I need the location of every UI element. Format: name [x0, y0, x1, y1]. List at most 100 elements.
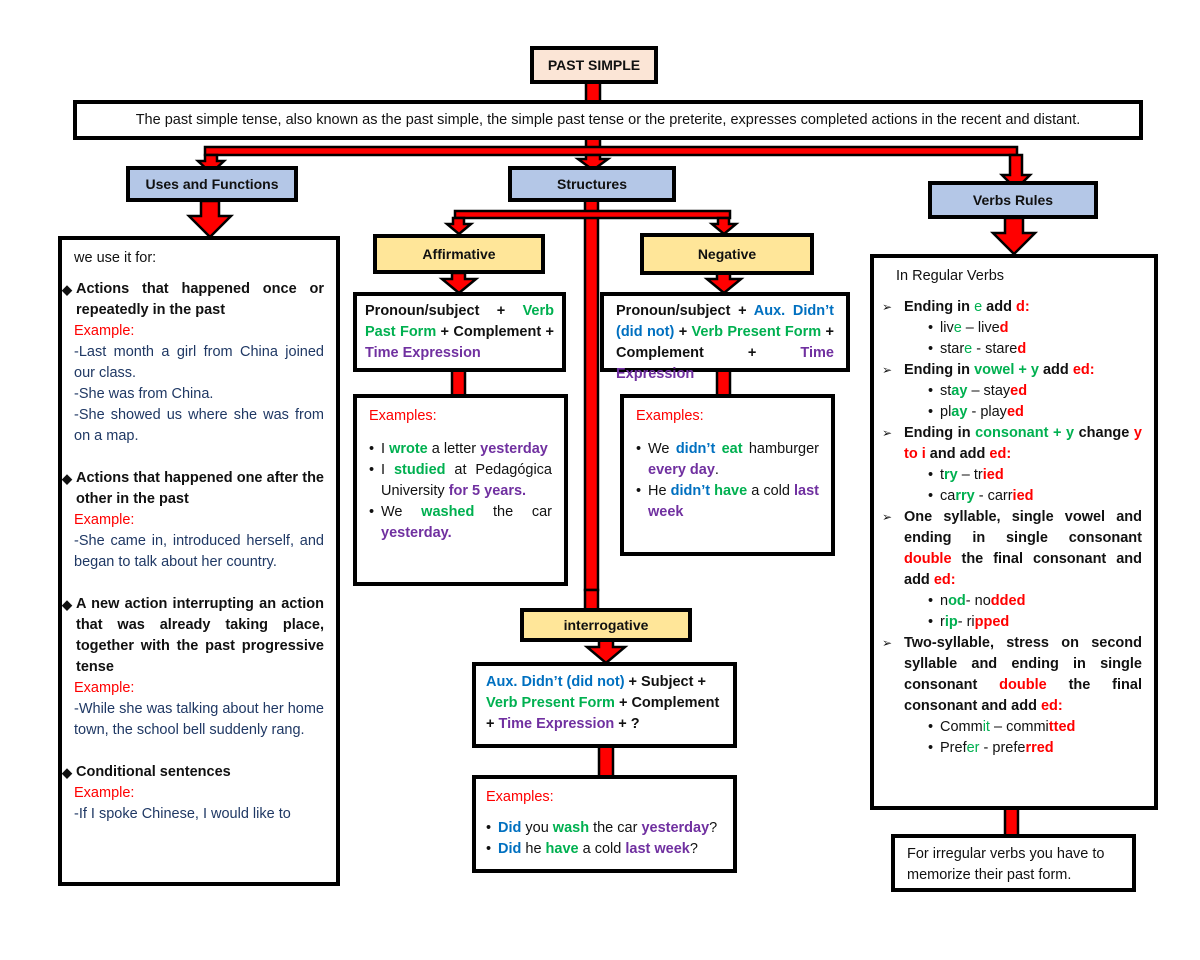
- rule-text: n: [940, 593, 949, 609]
- formula-part: Pronoun/subject +: [616, 303, 754, 319]
- verbs-rules-header-box: Verbs Rules: [928, 181, 1098, 219]
- affirmative-formula-box: Pronoun/subject + Verb Past Form + Compl…: [353, 292, 566, 372]
- rule-text: ed:: [1040, 698, 1063, 714]
- rule-text: - ri: [957, 614, 975, 630]
- rule-text: rry: [955, 488, 975, 504]
- arrow-bullet-icon: ➢: [882, 300, 893, 314]
- rule-heading: ➢ Ending in consonant + y change y to i a…: [882, 423, 1142, 465]
- bullet-icon: •: [928, 383, 934, 399]
- interrogative-examples-box: Examples: • Did you wash the car yesterd…: [472, 775, 737, 873]
- connector-affirmative-examples: [450, 368, 467, 399]
- uses-item-heading: Conditional sentences: [76, 764, 231, 780]
- bullet-icon: •: [928, 320, 934, 336]
- rule-text: d:: [1016, 299, 1030, 315]
- interrogative-header-box: interrogative: [520, 608, 692, 642]
- example-verb: wash: [552, 820, 590, 836]
- example-label: Example:: [74, 512, 135, 528]
- uses-header: Uses and Functions: [145, 176, 279, 192]
- rule-text: ed:: [1072, 362, 1095, 378]
- example-time: yesterday: [641, 820, 710, 836]
- example-aux: Did: [498, 841, 522, 857]
- verbs-rules-content-box: In Regular Verbs ➢ Ending in e add d: • liv…: [870, 254, 1158, 810]
- rule-text: pl: [940, 404, 952, 420]
- bullet-icon: •: [928, 719, 934, 735]
- formula-part: + Complement +: [436, 324, 554, 340]
- rule-text: add: [1038, 362, 1073, 378]
- example-word: you: [521, 820, 553, 836]
- formula-aux: Aux. Didn’t (did not): [486, 674, 625, 690]
- example-word: I: [381, 441, 390, 457]
- rule-text: od: [948, 593, 966, 609]
- rule-example: • rip- ripped: [896, 612, 1142, 633]
- rule-text: consonant + y: [975, 425, 1075, 441]
- bullet-icon: •: [369, 462, 375, 478]
- arrow-bullet-icon: ➢: [882, 510, 893, 524]
- affirmative-examples-box: Examples: • I wrote a letter yesterday •…: [353, 394, 568, 586]
- definition-text: The past simple tense, also known as the…: [135, 112, 1081, 128]
- example-word: hamburger: [742, 441, 819, 457]
- formula-part: Pronoun/subject +: [365, 303, 523, 319]
- rule-text: e: [974, 299, 983, 315]
- rule-text: ied: [982, 467, 1004, 483]
- rule-text: dded: [990, 593, 1026, 609]
- bullet-icon: •: [928, 404, 934, 420]
- uses-item: ◆ Actions that happened one after the ot…: [62, 468, 324, 510]
- connector-irregular: [1003, 804, 1020, 838]
- example-verb: eat: [721, 441, 743, 457]
- rule-text: – tr: [957, 467, 983, 483]
- rule-heading: ➢ Two-syllable, stress on second syllable…: [882, 633, 1142, 717]
- rule-example: • live – lived: [896, 318, 1142, 339]
- example-aux: didn’t: [675, 441, 716, 457]
- uses-item-heading: A new action interrupting an action that…: [76, 596, 324, 675]
- uses-item-heading: Actions that happened once or repeatedly…: [76, 281, 324, 318]
- definition-box: The past simple tense, also known as the…: [73, 100, 1143, 140]
- rule-text: - no: [965, 593, 991, 609]
- uses-header-box: Uses and Functions: [126, 166, 298, 202]
- rule-text: d: [999, 320, 1009, 336]
- formula-verb: Verb Present Form: [691, 324, 822, 340]
- rule-text: ay: [951, 383, 968, 399]
- arrow-bullet-icon: ➢: [882, 426, 893, 440]
- rules-list: ➢ Ending in e add d: • live – lived • stare -…: [882, 297, 1142, 759]
- example-word: We: [648, 441, 676, 457]
- affirmative-header: Affirmative: [422, 246, 496, 262]
- rule-text: - stare: [972, 341, 1018, 357]
- rule-text: d: [1017, 341, 1027, 357]
- formula-verb: Verb Present Form: [486, 695, 615, 711]
- uses-item: ◆ A new action interrupting an action th…: [62, 594, 324, 678]
- examples-label: Examples:: [636, 408, 704, 424]
- uses-item: ◆ Conditional sentences: [62, 762, 324, 783]
- rule-example: • carry - carried: [896, 486, 1142, 507]
- bullet-icon: •: [928, 614, 934, 630]
- example-item: • Did he have a cold last week?: [486, 839, 723, 860]
- uses-content-box: we use it for: ◆ Actions that happened o…: [58, 236, 340, 886]
- example-word: a letter: [427, 441, 481, 457]
- rule-text: st: [940, 383, 952, 399]
- example-word: the car: [474, 504, 552, 520]
- bullet-icon: •: [928, 467, 934, 483]
- uses-intro: we use it for:: [74, 250, 157, 266]
- example-item: • Did you wash the car yesterday?: [486, 818, 723, 839]
- rule-text: vowel + y: [974, 362, 1039, 378]
- rule-text: and add: [925, 446, 990, 462]
- verbs-rules-header: Verbs Rules: [972, 192, 1054, 208]
- example-item: • We didn’t eat hamburger every day.: [636, 439, 819, 481]
- arrow-bullet-icon: ➢: [882, 363, 893, 377]
- rule-text: Ending in: [904, 299, 975, 315]
- rule-text: star: [940, 341, 965, 357]
- negative-formula-box: Pronoun/subject + Aux. Didn’t (did not) …: [600, 292, 850, 382]
- example-verb: wrote: [389, 441, 428, 457]
- arrow-to-affirmative: [443, 216, 475, 236]
- example-text: -While she was talking about her home to…: [74, 701, 324, 738]
- example-item: • I wrote a letter yesterday: [369, 439, 552, 460]
- rule-text: - carr: [974, 488, 1013, 504]
- rule-text: - prefe: [979, 740, 1026, 756]
- bullet-icon: •: [369, 441, 375, 457]
- bullet-icon: •: [636, 441, 642, 457]
- diamond-bullet-icon: ◆: [62, 597, 72, 612]
- connector-top-bus: [203, 145, 1019, 157]
- example-aux: didn’t: [670, 483, 711, 499]
- example-verb: washed: [421, 504, 475, 520]
- rule-text: Comm: [940, 719, 983, 735]
- bullet-icon: •: [928, 593, 934, 609]
